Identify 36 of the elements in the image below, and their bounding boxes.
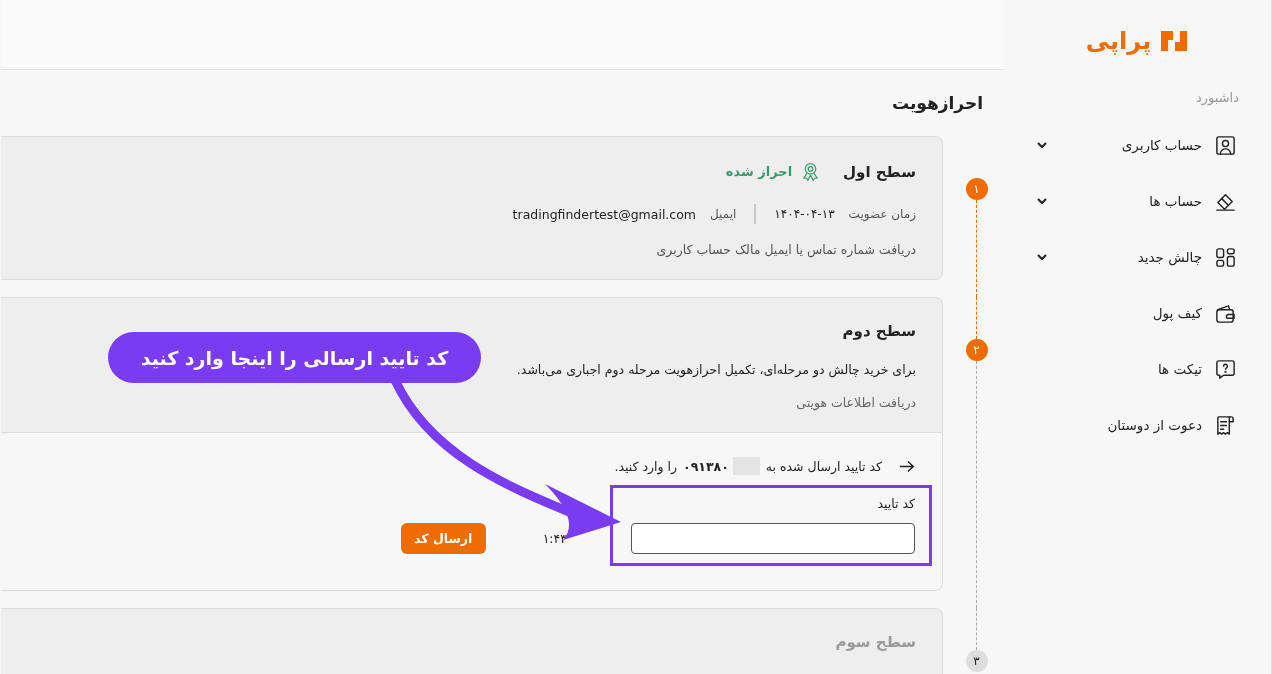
meta-value: tradingfindertest@gmail.com <box>512 206 697 222</box>
meta-label: زمان عضویت <box>848 207 916 221</box>
brand-name: پراپی <box>1085 27 1152 55</box>
prompt-text: را وارد کنید. <box>614 458 678 474</box>
nav-item[interactable]: حساب کاربری <box>1004 117 1271 173</box>
nav-item[interactable]: چالش جدید <box>1004 229 1271 285</box>
step-number: ۱ <box>965 178 988 200</box>
grid-icon <box>1214 245 1237 269</box>
verified-status: احراز شده <box>725 164 793 179</box>
meta-value: ۱۴۰۴-۰۴-۱۳ <box>774 207 835 221</box>
code-input-field[interactable] <box>631 523 915 554</box>
nav-item[interactable]: دعوت از دوستان <box>1004 397 1271 453</box>
level-title: سطح سوم <box>835 633 916 651</box>
nav-item[interactable]: کیف پول <box>1004 285 1271 341</box>
logo-mark-icon <box>1159 29 1190 53</box>
callout-label: کد تایید ارسالی را اینجا وارد کنید <box>108 332 481 383</box>
meta-label: ایمیل <box>710 207 737 221</box>
requirement-note: دریافت اطلاعات هویتی <box>795 395 916 410</box>
receipt-icon <box>1214 413 1237 437</box>
nav-item[interactable]: حساب ها <box>1004 173 1271 229</box>
nav-item[interactable]: تیکت ها <box>1004 341 1271 397</box>
page-title: احرازهویت <box>890 92 984 116</box>
countdown-timer: ۱:۴۳ <box>542 531 567 546</box>
requirement-note: دریافت شماره تماس یا ایمیل مالک حساب کاربری <box>655 242 916 257</box>
prompt-text: کد تایید ارسال شده به <box>765 458 882 474</box>
section-label: داشبورد <box>1195 90 1240 105</box>
question-bubble-icon <box>1214 357 1237 381</box>
description: برای خرید چالش دو مرحله‌ای، تکمیل احرازهویت مرحله دوم اجباری می‌باشد. <box>515 362 916 377</box>
field-label: کد تایید <box>876 496 915 511</box>
step-number: ۳ <box>965 650 988 672</box>
user-card-icon <box>1214 133 1237 157</box>
step-number: ۲ <box>965 339 988 361</box>
level-title: سطح دوم <box>842 322 916 340</box>
phone-number: ۰۹۱۳۸۰ <box>683 458 729 474</box>
arrow-right-icon <box>898 459 916 473</box>
level-title: سطح اول <box>843 162 916 181</box>
